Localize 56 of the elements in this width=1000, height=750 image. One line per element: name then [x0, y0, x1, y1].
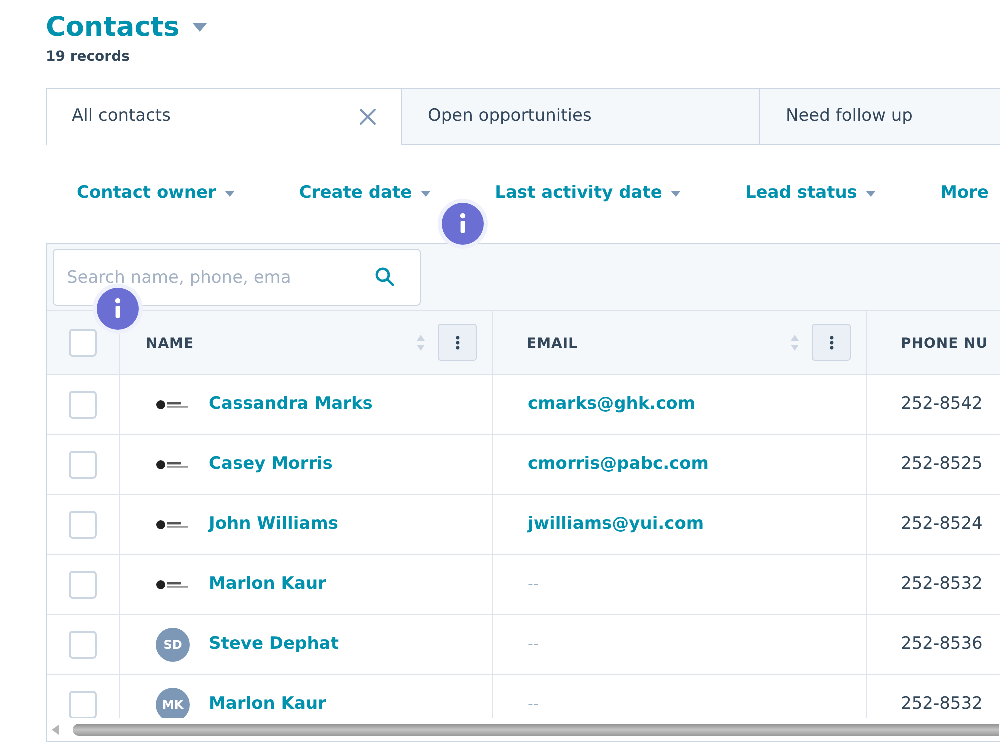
sort-icon[interactable]	[790, 332, 800, 352]
close-icon[interactable]	[359, 108, 377, 126]
checkbox[interactable]	[69, 328, 97, 356]
contact-name-link[interactable]: Casey Morris	[209, 452, 333, 478]
phone-number: 252-8525	[901, 452, 983, 476]
logo-icon	[156, 518, 190, 530]
email-link[interactable]: jwilliams@yui.com	[528, 512, 704, 538]
vertical-dots-icon	[830, 336, 834, 350]
filter-button[interactable]: Contact owner	[77, 181, 236, 207]
column-header: NAME	[146, 336, 194, 352]
logo-icon	[156, 458, 190, 470]
checkbox[interactable]	[69, 450, 97, 478]
logo-icon	[156, 398, 190, 410]
vertical-dots-icon	[456, 336, 460, 350]
contact-name-link[interactable]: John Williams	[209, 512, 338, 538]
initials-avatar: MK	[156, 688, 190, 718]
phone-number: 252-8536	[901, 632, 983, 656]
checkbox[interactable]	[69, 690, 97, 718]
sort-icon[interactable]	[416, 332, 426, 352]
search-icon[interactable]	[375, 267, 395, 287]
checkbox[interactable]	[69, 390, 97, 418]
phone-number: 252-8532	[901, 572, 983, 596]
filter-button[interactable]: Last activity date	[495, 181, 682, 207]
contact-name-link[interactable]: Marlon Kaur	[209, 692, 326, 718]
email-link[interactable]: cmarks@ghk.com	[528, 392, 696, 418]
record-count: 19 records	[46, 48, 130, 67]
filter-button[interactable]: Create date	[299, 181, 432, 207]
search-field[interactable]: Search name, phone, ema	[53, 249, 421, 306]
column-header: PHONE NU	[901, 336, 988, 352]
column-menu-button[interactable]	[812, 324, 851, 361]
tab[interactable]: Need follow up	[760, 88, 1000, 145]
filter-button[interactable]: Lead status	[745, 181, 876, 207]
checkbox[interactable]	[69, 570, 97, 598]
checkbox[interactable]	[69, 510, 97, 538]
tab[interactable]: Open opportunities	[402, 88, 760, 145]
contact-name-link[interactable]: Marlon Kaur	[209, 572, 326, 598]
empty-value: --	[528, 574, 539, 596]
phone-number: 252-8542	[901, 392, 983, 416]
checkbox[interactable]	[69, 630, 97, 658]
caret-icon	[192, 22, 208, 32]
phone-number: 252-8524	[901, 512, 983, 536]
contact-name-link[interactable]: Steve Dephat	[209, 632, 339, 658]
page-title-dropdown[interactable]: Contacts	[46, 8, 208, 46]
column-menu-button[interactable]	[438, 324, 477, 361]
email-link[interactable]: cmorris@pabc.com	[528, 452, 709, 478]
logo-icon	[156, 578, 190, 590]
tab[interactable]: All contacts	[46, 88, 402, 145]
column-header: EMAIL	[527, 336, 578, 352]
filter-button[interactable]: More	[940, 181, 989, 207]
phone-number: 252-8532	[901, 692, 983, 716]
contact-name-link[interactable]: Cassandra Marks	[209, 392, 373, 418]
info-icon[interactable]	[93, 284, 143, 334]
info-icon[interactable]	[438, 199, 488, 249]
empty-value: --	[528, 634, 539, 656]
empty-value: --	[528, 694, 539, 716]
initials-avatar: SD	[156, 628, 190, 662]
